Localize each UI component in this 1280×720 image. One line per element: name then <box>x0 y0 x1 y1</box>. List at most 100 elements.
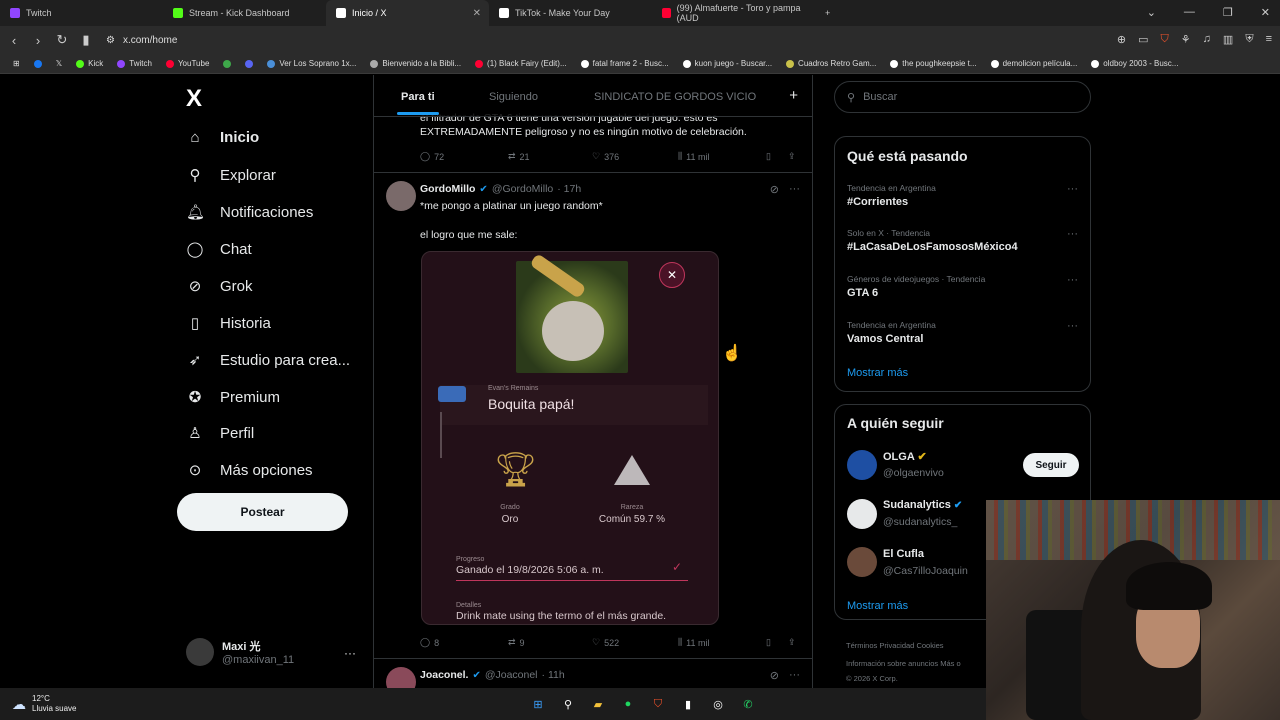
x-logo-icon[interactable]: X <box>186 85 202 113</box>
menu-icon[interactable]: ≡ <box>1266 33 1272 46</box>
bookmark-biblioteca[interactable]: Bienvenido a la Bibli... <box>363 59 468 68</box>
spotify-icon[interactable]: ● <box>618 694 638 714</box>
post-button[interactable]: Postear <box>177 493 348 531</box>
more-dots-icon[interactable]: ··· <box>1067 183 1078 195</box>
more-dots-icon[interactable]: ··· <box>344 646 356 660</box>
music-icon[interactable]: ♫ <box>1203 33 1211 46</box>
tweet-handle[interactable]: @GordoMillo <box>492 183 553 195</box>
more-dots-icon[interactable]: ··· <box>1067 228 1078 240</box>
zoom-icon[interactable]: ⊕ <box>1117 33 1126 46</box>
site-info-icon[interactable]: ⚙ <box>106 35 115 46</box>
tab-x-home[interactable]: Inicio / X ✕ <box>326 0 489 26</box>
tweet-avatar[interactable] <box>386 667 416 688</box>
bookmark-facebook[interactable] <box>27 59 49 68</box>
avatar[interactable] <box>847 499 877 529</box>
views-button[interactable]: ⫼ 11 mil <box>678 151 709 162</box>
tab-tiktok[interactable]: TikTok - Make Your Day <box>489 0 652 26</box>
obs-icon[interactable]: ◎ <box>708 694 728 714</box>
bookmark-oldboy[interactable]: oldboy 2003 - Busc... <box>1084 59 1185 68</box>
footer-links[interactable]: Términos Privacidad Cookies <box>846 641 944 650</box>
sidebar-icon[interactable]: ▥ <box>1223 33 1233 46</box>
follow-handle[interactable]: @sudanalytics_ <box>883 516 957 528</box>
nav-mas-opciones[interactable]: ⊙ Más opciones <box>186 461 313 480</box>
follow-handle[interactable]: @Cas7illoJoaquin <box>883 565 968 577</box>
follow-handle[interactable]: @olgaenvivo <box>883 467 944 479</box>
more-dots-icon[interactable]: ··· <box>789 183 800 196</box>
bookmark-fatal-frame[interactable]: fatal frame 2 - Busc... <box>574 59 676 68</box>
tab-para-ti[interactable]: Para ti <box>397 91 439 115</box>
add-tab-icon[interactable]: + <box>789 87 798 104</box>
extensions-icon[interactable]: ⚘ <box>1181 33 1191 46</box>
trend-name[interactable]: Vamos Central <box>847 333 923 345</box>
tweet-handle[interactable]: @Joaconel <box>485 669 538 681</box>
tab-kick[interactable]: Stream - Kick Dashboard <box>163 0 326 26</box>
more-dots-icon[interactable]: ··· <box>1067 274 1078 286</box>
bookmark-x[interactable]: 𝕏 <box>49 59 69 68</box>
show-more-follow-link[interactable]: Mostrar más <box>847 600 908 612</box>
brave-icon[interactable]: ⛉ <box>648 694 668 714</box>
avatar[interactable] <box>847 450 877 480</box>
views-button[interactable]: ⫼ 11 mil <box>678 637 709 648</box>
url-field[interactable]: ⚙ x.com/home <box>106 35 177 46</box>
bookmark-kuon[interactable]: kuon juego - Buscar... <box>676 59 779 68</box>
tweet-time[interactable]: · 11h <box>542 669 565 681</box>
bookmark-poughkeepsie[interactable]: the poughkeepsie t... <box>883 59 983 68</box>
follow-button[interactable]: Seguir <box>1023 453 1079 477</box>
show-more-trends-link[interactable]: Mostrar más <box>847 367 908 379</box>
avatar[interactable] <box>847 547 877 577</box>
bookmark-youtube[interactable]: YouTube <box>159 59 216 68</box>
nav-estudio[interactable]: ➶ Estudio para crea... <box>186 351 350 370</box>
trend-name[interactable]: #Corrientes <box>847 196 908 208</box>
tab-sindicato[interactable]: SINDICATO DE GORDOS VICIO <box>594 91 756 103</box>
tab-youtube[interactable]: (99) Almafuerte - Toro y pampa (AUD <box>652 0 815 26</box>
close-icon[interactable]: ✕ <box>659 262 685 288</box>
more-dots-icon[interactable]: ··· <box>789 669 800 682</box>
bookmark-black-fairy[interactable]: (1) Black Fairy (Edit)... <box>468 59 574 68</box>
nav-notificaciones[interactable]: 🔔︎ Notificaciones <box>186 203 313 222</box>
trend-name[interactable]: #LaCasaDeLosFamososMéxico4 <box>847 241 1018 253</box>
like-button[interactable]: ♡ 376 <box>592 151 619 162</box>
grok-icon[interactable]: ⊘ <box>770 669 779 682</box>
search-input[interactable]: ⚲ Buscar <box>834 81 1091 113</box>
bookmark-demolicion[interactable]: demolicion película... <box>984 59 1085 68</box>
tab-twitch[interactable]: Twitch <box>0 0 163 26</box>
nav-explorar[interactable]: ⚲ Explorar <box>186 166 276 185</box>
account-switcher[interactable]: Maxi 光 @maxiivan_11 ··· <box>186 638 356 666</box>
forward-icon[interactable]: › <box>28 33 48 48</box>
like-button[interactable]: ♡ 522 <box>592 637 619 648</box>
back-icon[interactable]: ‹ <box>4 33 24 48</box>
tweet-avatar[interactable] <box>386 181 416 211</box>
app-icon[interactable]: ▮ <box>678 694 698 714</box>
minimize-icon[interactable]: — <box>1184 6 1195 19</box>
nav-perfil[interactable]: ♙ Perfil <box>186 424 254 443</box>
apps-icon[interactable]: ⊞ <box>6 59 27 68</box>
tweet-author[interactable]: GordoMillo <box>420 183 475 195</box>
nav-premium[interactable]: ✪ Premium <box>186 388 280 407</box>
reply-button[interactable]: ◯ 8 <box>420 637 439 648</box>
bookmark-kick[interactable]: Kick <box>69 59 110 68</box>
repost-button[interactable]: ⇄ 9 <box>508 637 525 648</box>
follow-name[interactable]: El Cufla <box>883 548 924 560</box>
vpn-icon[interactable]: ⛨ <box>1245 33 1253 46</box>
bookmark-button[interactable]: ▯ <box>766 151 771 162</box>
bookmark-cuadros[interactable]: Cuadros Retro Gam... <box>779 59 883 68</box>
bookmark-icon-green[interactable] <box>216 59 238 68</box>
bookmark-icon-discord[interactable] <box>238 59 260 68</box>
chevron-down-icon[interactable]: ⌄ <box>1147 6 1156 19</box>
bookmark-twitch[interactable]: Twitch <box>110 59 159 68</box>
follow-name[interactable]: OLGA ✔ <box>883 450 927 463</box>
new-tab-button[interactable]: + <box>815 0 845 26</box>
grok-icon[interactable]: ⊘ <box>770 183 779 196</box>
more-dots-icon[interactable]: ··· <box>1067 320 1078 332</box>
trend-name[interactable]: GTA 6 <box>847 287 878 299</box>
footer-links[interactable]: Información sobre anuncios Más o <box>846 659 961 668</box>
bookmark-page-icon[interactable]: ▮ <box>76 32 96 48</box>
share-button[interactable]: ⇪ <box>788 151 796 162</box>
reply-button[interactable]: ◯ 72 <box>420 151 444 162</box>
windows-start-icon[interactable]: ⊞ <box>528 694 548 714</box>
bookmark-button[interactable]: ▯ <box>766 637 771 648</box>
brave-shield-icon[interactable]: ⛉ <box>1161 33 1169 46</box>
nav-chat[interactable]: ◯ Chat <box>186 240 252 259</box>
maximize-icon[interactable]: ❐ <box>1223 6 1233 19</box>
weather-widget[interactable]: ☁ 12°C Lluvia suave <box>12 694 76 714</box>
